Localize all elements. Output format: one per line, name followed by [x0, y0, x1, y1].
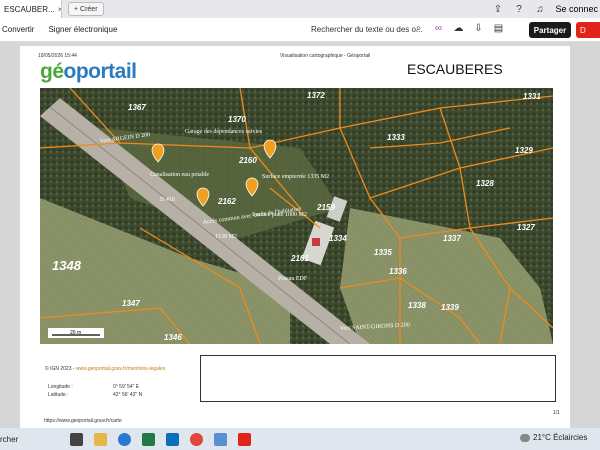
parcel-1346: 1346: [164, 333, 182, 342]
latitude-value: 42° 56' 43" N: [113, 392, 143, 398]
file-explorer-icon[interactable]: [94, 432, 107, 446]
weather-text: 21°C Éclaircies: [533, 433, 588, 442]
tab-active[interactable]: ESCAUBER... ×: [0, 0, 62, 18]
tab-bar: ESCAUBER... × + Créer ⇪ ? ♫ Se connec: [0, 0, 600, 18]
road-code-label: D 418: [160, 197, 175, 203]
sign-button[interactable]: Signer électronique: [48, 25, 117, 34]
poteau-label: Poteau EDF: [278, 276, 308, 282]
photos-icon[interactable]: [214, 432, 227, 446]
parcel-1338: 1338: [408, 301, 426, 310]
tab-title: ESCAUBER...: [4, 4, 55, 14]
parcel-1331: 1331: [523, 92, 541, 101]
close-icon[interactable]: ×: [58, 5, 61, 14]
sanitation-label: Canalisation eau potable: [150, 172, 209, 178]
parcel-1339: 1339: [441, 303, 459, 312]
ign-credit: © IGN 2023 - www.geoportail.gouv.fr/ment…: [45, 366, 166, 372]
link-icon[interactable]: ∞: [433, 23, 444, 34]
weather-widget[interactable]: 21°C Éclaircies: [520, 433, 587, 442]
print-icon[interactable]: ▤: [493, 23, 504, 34]
scale-label: 20 m: [70, 330, 81, 336]
edge-icon[interactable]: [118, 432, 131, 446]
chrome-icon[interactable]: [190, 432, 203, 446]
parcel-2161: 2161: [290, 254, 309, 263]
cloud-icon: [520, 433, 530, 442]
parcel-1333: 1333: [387, 133, 405, 142]
parcel-1347: 1347: [122, 299, 140, 308]
geoportail-logo: géoportail: [40, 60, 137, 83]
parcel-1370: 1370: [228, 115, 246, 124]
parcel-1329: 1329: [515, 146, 533, 155]
map-svg: 1367 1370 1372 1331 1333 1329 1328 1327 …: [40, 88, 553, 344]
bell-icon[interactable]: ♫: [534, 4, 545, 15]
cloud-icon[interactable]: ☁: [453, 23, 464, 34]
new-button[interactable]: + Créer: [68, 2, 104, 16]
comments-box: [200, 355, 556, 402]
parcel-1367: 1367: [128, 103, 146, 112]
parcel-1337: 1337: [443, 234, 461, 243]
document-viewport: 19/05/2026 15:44 Visualisation cartograp…: [0, 42, 600, 428]
cloud-upload-icon[interactable]: ⇪: [492, 4, 503, 15]
commune-title: ESCAUBERES: [407, 61, 503, 77]
print-date: 19/05/2026 15:44: [38, 53, 77, 59]
taskbar: rcher 21°C Éclaircies: [0, 428, 600, 450]
ign-link[interactable]: www.geoportail.gouv.fr/mentions-legales: [76, 366, 165, 372]
parcel-1336: 1336: [389, 267, 407, 276]
parcel-2159: 2159: [316, 203, 335, 212]
task-view-icon[interactable]: [70, 432, 83, 446]
parcel-1335: 1335: [374, 248, 392, 257]
header-title: Visualisation cartographique - Géoportai…: [280, 53, 371, 59]
share-button[interactable]: Partager: [529, 22, 571, 38]
parcel-1327: 1327: [517, 223, 535, 232]
latitude-label: Latitude :: [48, 392, 69, 398]
longitude-label: Longitude :: [48, 384, 73, 390]
download-icon[interactable]: ⇩: [473, 23, 484, 34]
cadastral-map[interactable]: 1367 1370 1372 1331 1333 1329 1328 1327 …: [40, 88, 553, 344]
parcel-1372: 1372: [307, 91, 325, 100]
longitude-value: 0° 59' 54" E: [113, 384, 140, 390]
word-icon[interactable]: [166, 432, 179, 446]
area-label: 1530 M2: [215, 234, 237, 240]
profile-label[interactable]: Se connec: [555, 4, 598, 14]
parcel-2162: 2162: [217, 197, 236, 206]
red-action-button[interactable]: D: [576, 22, 600, 38]
page-number: 1/1: [553, 410, 560, 416]
building-roof: [312, 238, 320, 246]
source-url: https://www.geoportail.gouv.fr/carte: [44, 418, 122, 424]
excel-icon[interactable]: [142, 432, 155, 446]
search-icon[interactable]: ⌕: [413, 23, 424, 34]
parcel-1328: 1328: [476, 179, 494, 188]
taskbar-search[interactable]: rcher: [0, 435, 62, 444]
parcel-2160: 2160: [238, 156, 257, 165]
convert-button[interactable]: Convertir: [2, 25, 34, 34]
viewer-toolbar: Convertir Signer électronique Rechercher…: [0, 18, 600, 42]
search-field[interactable]: Rechercher du texte ou des o...: [311, 25, 423, 34]
gravel-label: Surface empierrée 1335 M2: [262, 173, 329, 180]
help-icon[interactable]: ?: [513, 4, 524, 15]
acrobat-icon[interactable]: [238, 432, 251, 446]
garage-label: Garage des dépendances suivies: [185, 129, 263, 135]
taskbar-apps: [70, 432, 251, 446]
parcel-1334: 1334: [329, 234, 347, 243]
parcel-1348: 1348: [52, 258, 82, 273]
pdf-page: 19/05/2026 15:44 Visualisation cartograp…: [20, 46, 570, 428]
